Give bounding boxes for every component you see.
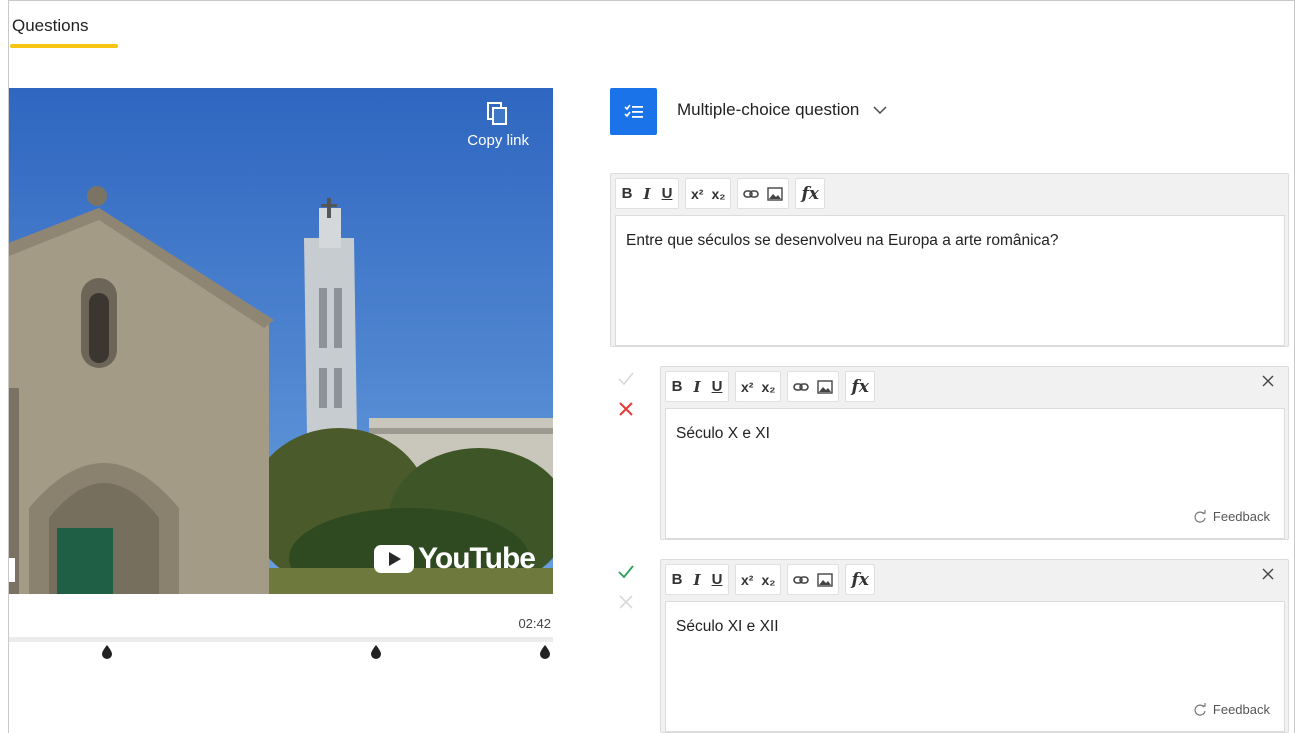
subscript-button[interactable]: x₂ [761, 572, 775, 588]
mark-wrong-x-icon[interactable] [617, 400, 635, 418]
script-group: x² x₂ [735, 371, 782, 402]
answer-1-text-input[interactable]: Século X e XI Feedback [665, 408, 1285, 539]
image-icon[interactable] [767, 186, 784, 201]
subscript-button[interactable]: x₂ [761, 379, 775, 395]
format-group: B I U [615, 178, 679, 209]
video-timeline-area: 02:42 [9, 594, 553, 733]
underline-button[interactable]: U [711, 378, 723, 395]
chevron-down-icon [873, 106, 887, 114]
answer-1-toolbar: B I U x² x₂ fx [665, 371, 875, 404]
formula-group: fx [845, 564, 875, 595]
tab-questions[interactable]: Questions [12, 16, 89, 36]
script-group: x² x₂ [735, 564, 782, 595]
bold-button[interactable]: B [671, 571, 683, 588]
question-marker-icon[interactable] [369, 644, 383, 660]
superscript-button[interactable]: x² [741, 379, 753, 395]
subscript-button[interactable]: x₂ [711, 186, 725, 202]
underline-button[interactable]: U [661, 185, 673, 202]
answer-editor-2: B I U x² x₂ fx Século XI e XII Feedback [660, 559, 1289, 733]
feedback-button[interactable]: Feedback [1193, 509, 1270, 524]
script-group: x² x₂ [685, 178, 732, 209]
active-tab-indicator [10, 44, 118, 48]
superscript-button[interactable]: x² [741, 572, 753, 588]
insert-group [787, 371, 840, 402]
video-player[interactable]: Copy link YouTube [9, 88, 553, 594]
mark-wrong-x-icon[interactable] [617, 593, 635, 611]
link-icon[interactable] [793, 380, 810, 394]
formula-button[interactable]: fx [851, 377, 868, 397]
formula-group: fx [795, 178, 825, 209]
video-timeline[interactable] [9, 637, 553, 642]
superscript-button[interactable]: x² [691, 186, 703, 202]
image-icon[interactable] [817, 379, 834, 394]
question-text: Entre que séculos se desenvolveu na Euro… [626, 232, 1059, 249]
feedback-label: Feedback [1212, 702, 1270, 717]
question-editor: B I U x² x₂ fx Entre que séculos se dese… [610, 173, 1289, 347]
format-group: B I U [665, 371, 729, 402]
italic-button[interactable]: I [691, 571, 703, 589]
question-text-input[interactable]: Entre que séculos se desenvolveu na Euro… [615, 215, 1285, 346]
bold-button[interactable]: B [671, 378, 683, 395]
mark-correct-check-icon[interactable] [617, 370, 635, 388]
close-icon[interactable] [1262, 375, 1274, 387]
mark-correct-check-icon[interactable] [617, 563, 635, 581]
answer-2-text: Século XI e XII [676, 618, 779, 635]
question-type-label: Multiple-choice question [677, 100, 860, 119]
insert-group [737, 178, 790, 209]
feedback-button[interactable]: Feedback [1193, 702, 1270, 717]
italic-button[interactable]: I [641, 185, 653, 203]
video-thumbnail [9, 88, 553, 594]
formula-button[interactable]: fx [801, 184, 818, 204]
refresh-icon [1194, 702, 1206, 716]
format-group: B I U [665, 564, 729, 595]
question-toolbar: B I U x² x₂ fx [615, 178, 825, 211]
formula-button[interactable]: fx [851, 570, 868, 590]
answer-2-text-input[interactable]: Século XI e XII Feedback [665, 601, 1285, 732]
feedback-label: Feedback [1212, 509, 1270, 524]
checklist-icon [623, 104, 643, 118]
insert-group [787, 564, 840, 595]
italic-button[interactable]: I [691, 378, 703, 396]
bold-button[interactable]: B [621, 185, 633, 202]
video-duration: 02:42 [518, 616, 551, 631]
refresh-icon [1194, 509, 1206, 523]
close-icon[interactable] [1262, 568, 1274, 580]
copy-link-label: Copy link [467, 132, 529, 149]
question-type-dropdown[interactable]: Multiple-choice question [677, 100, 887, 120]
question-marker-icon[interactable] [538, 644, 552, 660]
link-icon[interactable] [793, 573, 810, 587]
question-type-icon[interactable] [610, 88, 657, 135]
image-icon[interactable] [817, 572, 834, 587]
answer-2-toolbar: B I U x² x₂ fx [665, 564, 875, 597]
answer-editor-1: B I U x² x₂ fx Século X e XI Feedback [660, 366, 1289, 540]
copy-link-button[interactable]: Copy link [467, 102, 529, 149]
youtube-play-icon [374, 545, 415, 573]
formula-group: fx [845, 371, 875, 402]
answer-1-text: Século X e XI [676, 425, 770, 442]
underline-button[interactable]: U [711, 571, 723, 588]
youtube-logo[interactable]: YouTube [374, 542, 536, 576]
link-icon[interactable] [743, 187, 760, 201]
copy-icon [487, 102, 508, 125]
youtube-wordmark: YouTube [418, 542, 536, 575]
question-marker-icon[interactable] [100, 644, 114, 660]
